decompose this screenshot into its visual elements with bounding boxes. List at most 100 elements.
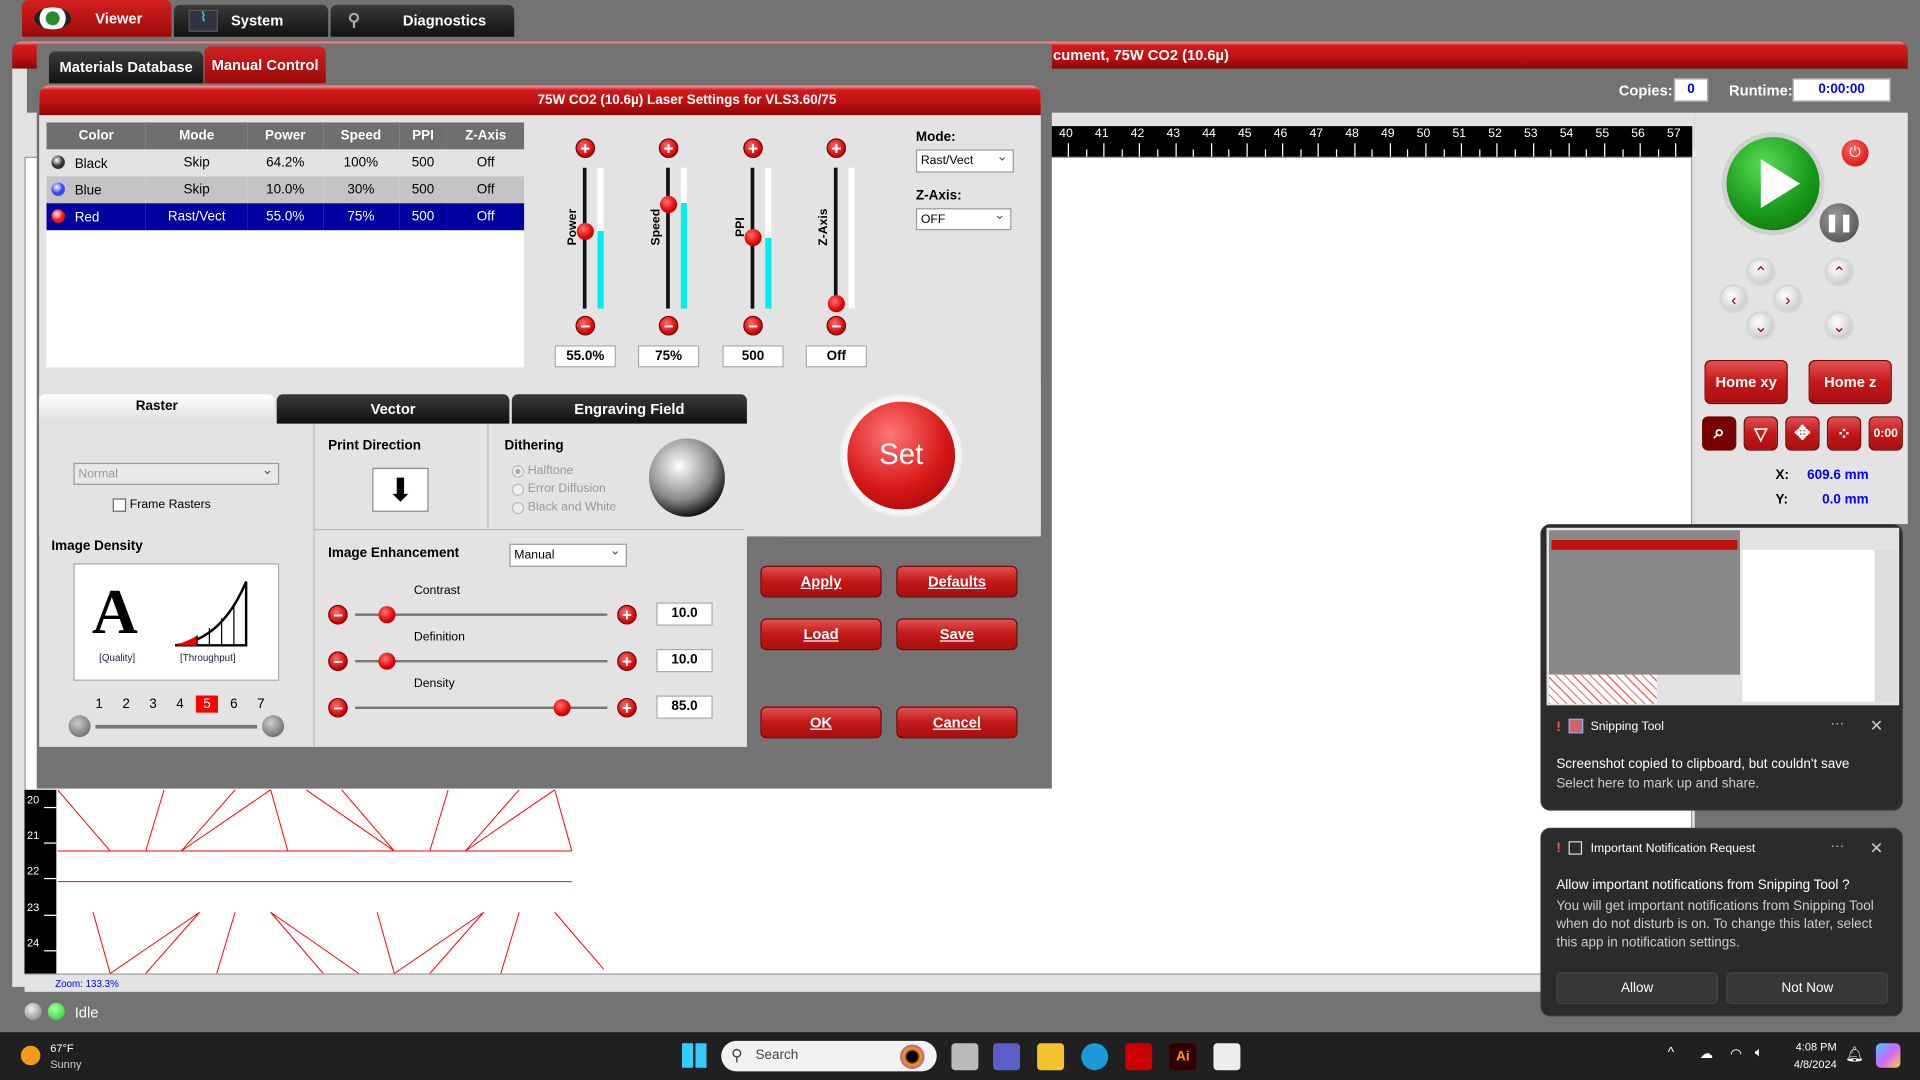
save-button[interactable]: Save — [896, 618, 1018, 651]
set-button[interactable]: Set — [847, 401, 956, 510]
jog-down-button[interactable]: ⌄ — [1746, 311, 1776, 341]
contrast-slider-knob[interactable] — [378, 606, 396, 624]
increase-ppi-button[interactable]: + — [743, 138, 763, 158]
jog-right-button[interactable]: › — [1773, 284, 1803, 314]
density-step[interactable]: 1 — [88, 696, 110, 713]
mcafee-icon[interactable] — [1125, 1043, 1153, 1071]
table-row[interactable]: Red Rast/Vect 55.0% 75% 500 Off — [46, 203, 525, 231]
notification-bell-icon[interactable]: 🔔︎ — [1845, 1046, 1864, 1063]
dithering-radio[interactable] — [511, 465, 525, 478]
copies-input[interactable]: 0 — [1673, 78, 1709, 102]
power-button[interactable]: ⏻ — [1841, 139, 1869, 167]
density-max-knob[interactable] — [262, 715, 285, 738]
apply-button[interactable]: Apply — [760, 565, 882, 598]
image-enhancement-select[interactable]: Manual — [509, 541, 627, 567]
clock-date[interactable]: 4/8/2024 — [1782, 1058, 1837, 1070]
dithering-radio[interactable] — [511, 483, 525, 496]
increase-speed-button[interactable]: + — [658, 138, 679, 158]
speed-value[interactable]: 75% — [637, 345, 700, 368]
density-step[interactable]: 7 — [250, 696, 272, 713]
zoom-tool-icon[interactable]: ⌕ — [1702, 416, 1737, 451]
increase-z-axis-button[interactable]: + — [826, 138, 847, 158]
power-value[interactable]: 55.0% — [554, 345, 616, 368]
tab-system[interactable]: ⌇ System — [173, 4, 329, 37]
increase-density-button[interactable]: + — [617, 697, 637, 718]
increase-definition-button[interactable]: + — [617, 651, 637, 672]
focus-icon[interactable]: ▽ — [1743, 416, 1778, 451]
decrease-contrast-button[interactable]: − — [328, 604, 348, 625]
onedrive-cloud-icon[interactable]: ☁ — [1700, 1046, 1713, 1062]
tab-materials-database[interactable]: Materials Database — [48, 51, 204, 84]
print-direction-down-icon[interactable]: ⬇ — [372, 467, 429, 512]
decrease-power-button[interactable]: − — [575, 315, 596, 336]
increase-power-button[interactable]: + — [575, 138, 596, 158]
decrease-ppi-button[interactable]: − — [743, 315, 763, 336]
snipping-toast[interactable]: ! Snipping Tool ··· ✕ Screenshot copied … — [1540, 524, 1903, 811]
density-value[interactable]: 85.0 — [656, 695, 713, 719]
tab-manual-control[interactable]: Manual Control — [204, 46, 326, 84]
pause-button[interactable]: ❚❚ — [1819, 203, 1859, 243]
ppi-value[interactable]: 500 — [722, 345, 784, 368]
decrease-definition-button[interactable]: − — [328, 651, 348, 672]
density-step[interactable]: 2 — [115, 696, 137, 713]
wifi-icon[interactable]: ◠ — [1730, 1046, 1742, 1062]
table-row[interactable]: Black Skip 64.2% 100% 500 Off — [46, 149, 525, 177]
definition-value[interactable]: 10.0 — [656, 648, 713, 673]
density-step[interactable]: 4 — [169, 696, 191, 713]
home-z-button[interactable]: Home z — [1808, 360, 1892, 405]
snipping-tool-taskbar-icon[interactable] — [1213, 1043, 1241, 1071]
task-view-icon[interactable] — [951, 1043, 979, 1071]
not-now-button[interactable]: Not Now — [1726, 972, 1889, 1005]
density-step[interactable]: 5 — [195, 695, 218, 713]
zaxis-select[interactable]: OFF — [915, 206, 1012, 231]
search-box[interactable]: ⚲ Search — [721, 1040, 937, 1072]
load-button[interactable]: Load — [760, 618, 882, 651]
illustrator-icon[interactable]: Ai — [1169, 1043, 1197, 1071]
z-up-button[interactable]: ⌃ — [1824, 257, 1854, 287]
jog-up-button[interactable]: ⌃ — [1746, 257, 1776, 287]
clock-time[interactable]: 4:08 PM — [1788, 1041, 1837, 1053]
density-slider-knob[interactable] — [552, 699, 571, 717]
move-icon[interactable]: ✥ — [1785, 416, 1820, 451]
file-explorer-icon[interactable] — [1037, 1043, 1065, 1071]
start-button[interactable] — [1726, 137, 1820, 231]
z-down-button[interactable]: ⌄ — [1824, 311, 1854, 341]
weather-sun-icon[interactable] — [20, 1045, 41, 1066]
raster-type-select[interactable]: Normal — [73, 460, 280, 485]
definition-slider-knob[interactable] — [378, 652, 396, 670]
allow-button[interactable]: Allow — [1556, 972, 1718, 1005]
pointer-pattern-icon[interactable]: ⁘ — [1826, 416, 1862, 451]
tab-viewer[interactable]: Viewer — [22, 0, 172, 37]
teams-icon[interactable] — [993, 1043, 1021, 1071]
speed-slider-track[interactable] — [666, 167, 670, 309]
density-slider-track[interactable] — [95, 724, 258, 729]
decrease-speed-button[interactable]: − — [658, 315, 679, 336]
subtab-vector[interactable]: Vector — [276, 394, 510, 424]
copilot-icon[interactable] — [1875, 1043, 1901, 1068]
density-step[interactable]: 3 — [142, 696, 164, 713]
frame-rasters-checkbox[interactable] — [112, 498, 127, 512]
decrease-density-button[interactable]: − — [328, 697, 348, 718]
z-axis-slider-track[interactable] — [833, 167, 838, 309]
tab-diagnostics[interactable]: ⚲ Diagnostics — [330, 4, 515, 37]
dithering-radio[interactable] — [511, 502, 525, 515]
defaults-button[interactable]: Defaults — [896, 565, 1018, 598]
z-axis-value[interactable]: Off — [805, 345, 867, 368]
chevron-up-icon[interactable]: ^ — [1668, 1046, 1674, 1061]
decrease-z-axis-button[interactable]: − — [826, 315, 847, 336]
subtab-engraving-field[interactable]: Engraving Field — [511, 394, 747, 424]
time-estimate-icon[interactable]: 0:00 — [1868, 416, 1903, 451]
more-options-icon[interactable]: ··· — [1831, 839, 1844, 854]
contrast-value[interactable]: 10.0 — [656, 602, 713, 626]
density-min-knob[interactable] — [68, 715, 91, 738]
cancel-button[interactable]: Cancel — [896, 706, 1018, 739]
start-windows-icon[interactable] — [682, 1043, 707, 1068]
close-icon[interactable]: ✕ — [1870, 716, 1883, 736]
subtab-raster[interactable]: Raster — [39, 394, 275, 424]
home-xy-button[interactable]: Home xy — [1704, 360, 1788, 405]
z-axis-slider-knob[interactable] — [827, 295, 845, 313]
mode-select[interactable]: Rast/Vect — [915, 147, 1014, 173]
volume-icon[interactable]: 🔈︎ — [1755, 1046, 1763, 1062]
jog-left-button[interactable]: ‹ — [1719, 284, 1749, 314]
table-row[interactable]: Blue Skip 10.0% 30% 500 Off — [46, 176, 525, 204]
